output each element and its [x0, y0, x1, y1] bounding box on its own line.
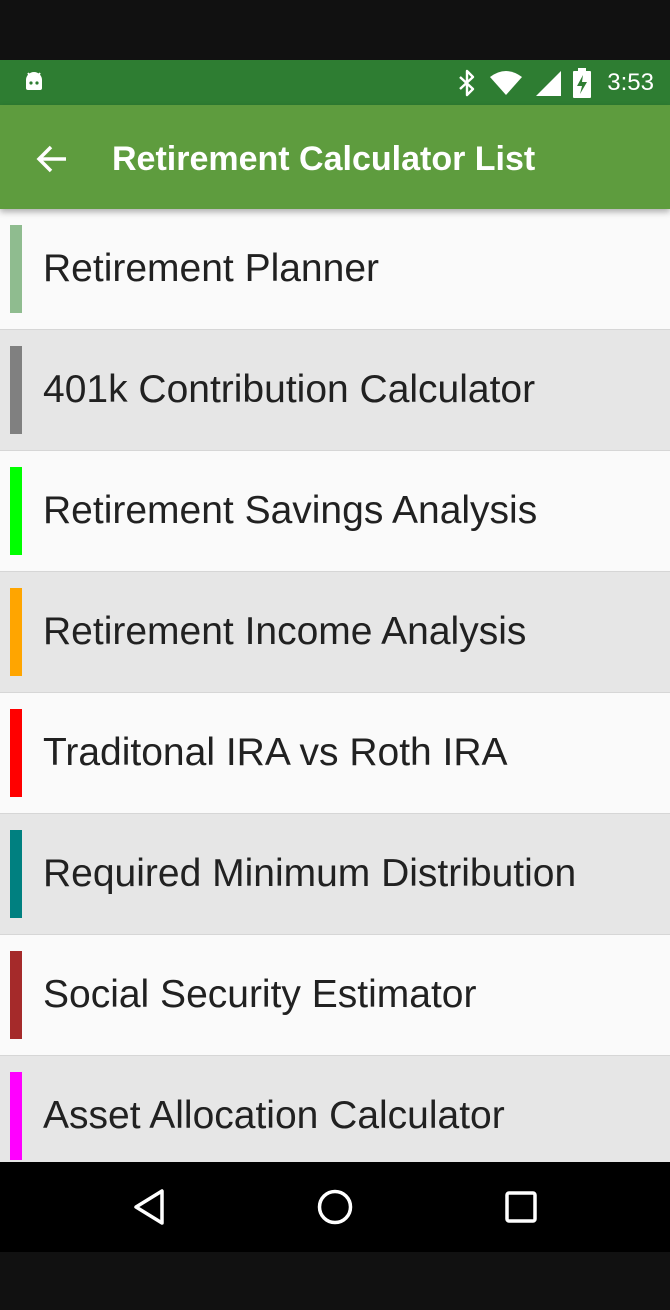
list-item-label: Required Minimum Distribution: [43, 852, 577, 895]
back-button[interactable]: [26, 133, 78, 185]
arrow-back-icon: [36, 145, 66, 173]
nav-home-button[interactable]: [310, 1182, 360, 1232]
page-title: Retirement Calculator List: [112, 140, 536, 178]
color-indicator: [10, 1072, 22, 1160]
list-item-retirement-income-analysis[interactable]: Retirement Income Analysis: [0, 572, 670, 693]
home-circle-icon: [317, 1189, 353, 1225]
color-indicator: [10, 830, 22, 918]
list-item-required-minimum-distribution[interactable]: Required Minimum Distribution: [0, 814, 670, 935]
cell-signal-icon: [536, 70, 562, 96]
recents-square-icon: [505, 1191, 537, 1223]
status-bar: 3:53: [0, 60, 670, 105]
nav-recents-button[interactable]: [496, 1182, 546, 1232]
android-icon: [26, 72, 42, 90]
navigation-bar: [0, 1162, 670, 1252]
list-item-label: 401k Contribution Calculator: [43, 368, 536, 411]
color-indicator: [10, 709, 22, 797]
list-item-social-security-estimator[interactable]: Social Security Estimator: [0, 935, 670, 1056]
list-item-traditional-ira-vs-roth-ira[interactable]: Traditonal IRA vs Roth IRA: [0, 693, 670, 814]
calculator-list: Retirement Planner 401k Contribution Cal…: [0, 209, 670, 1162]
color-indicator: [10, 225, 22, 313]
list-item-asset-allocation-calculator[interactable]: Asset Allocation Calculator: [0, 1056, 670, 1162]
list-item-label: Retirement Savings Analysis: [43, 489, 538, 532]
app-bar: Retirement Calculator List: [0, 105, 670, 209]
color-indicator: [10, 951, 22, 1039]
bottom-bezel: [0, 1252, 670, 1310]
list-item-label: Asset Allocation Calculator: [43, 1094, 505, 1137]
nav-back-button[interactable]: [124, 1182, 174, 1232]
wifi-icon: [490, 70, 523, 95]
back-triangle-icon: [134, 1189, 164, 1225]
list-item-label: Retirement Income Analysis: [43, 610, 527, 653]
top-bezel: [0, 0, 670, 60]
color-indicator: [10, 588, 22, 676]
battery-charging-icon: [573, 67, 592, 98]
bluetooth-icon: [459, 69, 475, 96]
list-item-retirement-planner[interactable]: Retirement Planner: [0, 209, 670, 330]
list-item-retirement-savings-analysis[interactable]: Retirement Savings Analysis: [0, 451, 670, 572]
list-item-label: Social Security Estimator: [43, 973, 477, 1016]
list-item-label: Traditonal IRA vs Roth IRA: [43, 731, 508, 774]
color-indicator: [10, 467, 22, 555]
list-item-401k-contribution-calculator[interactable]: 401k Contribution Calculator: [0, 330, 670, 451]
color-indicator: [10, 346, 22, 434]
list-item-label: Retirement Planner: [43, 247, 379, 290]
status-time: 3:53: [607, 68, 654, 96]
